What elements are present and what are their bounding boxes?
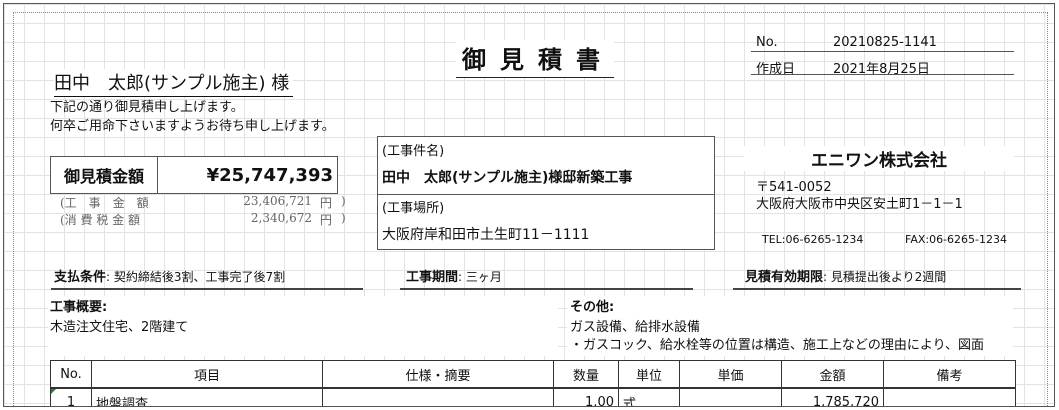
total-amount-box: 御見積金額 ¥25,747,393 [50,156,338,194]
project-place-label: (工事場所) [382,201,445,216]
cell-remarks[interactable] [883,387,1016,406]
work-amount-value: 23,406,721 [243,194,312,208]
header-no: No. [50,360,92,389]
header-remarks: 備考 [883,360,1016,389]
project-name: 田中 太郎(サンプル施主)様邸新築工事 [382,170,633,186]
divider [400,288,693,290]
cell-unit[interactable]: 式 [618,387,680,406]
other-line-2: ・ガスコック、給水栓等の位置は構造、施工上などの理由により、図面 [570,338,985,353]
project-name-label: (工事件名) [382,144,445,159]
project-box: (工事件名) 田中 太郎(サンプル施主)様邸新築工事 (工事場所) 大阪府岸和田… [377,136,715,250]
payment-label: 支払条件 [54,270,107,285]
payment-value: 契約締結後3割、工事完了後7割 [113,270,286,284]
divider [751,51,1014,52]
total-amount-label: 御見積金額 [51,157,158,193]
cell-no-text: 1 [66,394,76,407]
period-value: 三ヶ月 [465,270,502,284]
divider [751,74,1014,75]
divider [51,288,363,290]
cell-unit-price[interactable] [679,387,782,406]
colon: : [106,270,114,284]
summary-label-text: 工事概要 [50,300,103,315]
company-name: エニワン株式会社 [744,146,1014,171]
other-line-1: ガス設備、給排水設備 [570,320,701,335]
summary-label: 工事概要: [50,300,108,315]
divider [733,288,1021,290]
company-tel: TEL:06-6265-1234 [762,233,864,246]
period-label: 工事期間 [406,270,459,285]
cell-quantity[interactable]: 1.00 [553,387,619,406]
summary-text: 木造注文住宅、2階建て [50,320,189,335]
other-label-text: その他 [570,300,610,315]
validity-period: 見積有効期限: 見積提出後より2週間 [745,266,946,285]
colon: : [823,270,831,284]
greeting-line-2: 何卒ご用命下さいますようお待ち申し上げます。 [50,119,335,134]
paren-close: ) [341,194,346,208]
project-place: 大阪府岸和田市土生町11－1111 [382,227,590,243]
table-row: 1 地盤調査 1.00 式 1,785,720 [50,387,1016,407]
validity-value: 見積提出後より2週間 [830,270,947,284]
divider [378,194,714,195]
document-title: 御見積書 [456,40,614,78]
estimate-items-table: No. 項目 仕様・摘要 数量 単位 単価 金額 備考 1 地盤調査 1.00 … [50,360,1016,407]
header-spec: 仕様・摘要 [322,360,554,389]
yen-unit: 円 [320,213,333,227]
tax-amount-label: (消 費 税 金 額 [60,213,140,227]
estimate-sheet: 御見積書 No. 20210825-1141 作成日 2021年8月25日 田中… [3,3,1055,407]
work-amount-label: (工 事 金 額 [60,196,149,210]
comment-indicator-icon [51,389,56,394]
cell-no[interactable]: 1 [50,387,92,407]
payment-terms: 支払条件: 契約締結後3割、工事完了後7割 [54,266,285,285]
greeting-line-1: 下記の通り御見積申し上げます。 [50,100,244,115]
header-item: 項目 [91,360,323,389]
cell-amount[interactable]: 1,785,720 [781,387,884,406]
yen-unit: 円 [320,196,333,210]
validity-label: 見積有効期限 [745,270,824,285]
construction-period: 工事期間: 三ヶ月 [406,266,502,285]
header-quantity: 数量 [553,360,619,389]
header-unit: 単位 [618,360,680,389]
table-header-row: No. 項目 仕様・摘要 数量 単位 単価 金額 備考 [50,360,1016,389]
tax-amount-value: 2,340,672 [250,211,312,225]
no-value: 20210825-1141 [833,35,937,50]
client-name: 田中 太郎(サンプル施主) 様 [54,69,294,97]
company-address: 大阪府大阪市中央区安土町1－1－1 [756,197,963,212]
paren-close: ) [341,211,346,225]
cell-item[interactable]: 地盤調査 [91,387,323,406]
no-label: No. [756,35,778,50]
cell-spec[interactable] [322,387,554,406]
total-amount-value: ¥25,747,393 [206,164,333,186]
other-label: その他: [570,300,615,315]
header-unit-price: 単価 [679,360,782,389]
company-fax: FAX:06-6265-1234 [905,233,1008,246]
colon: : [458,270,466,284]
header-amount: 金額 [781,360,884,389]
